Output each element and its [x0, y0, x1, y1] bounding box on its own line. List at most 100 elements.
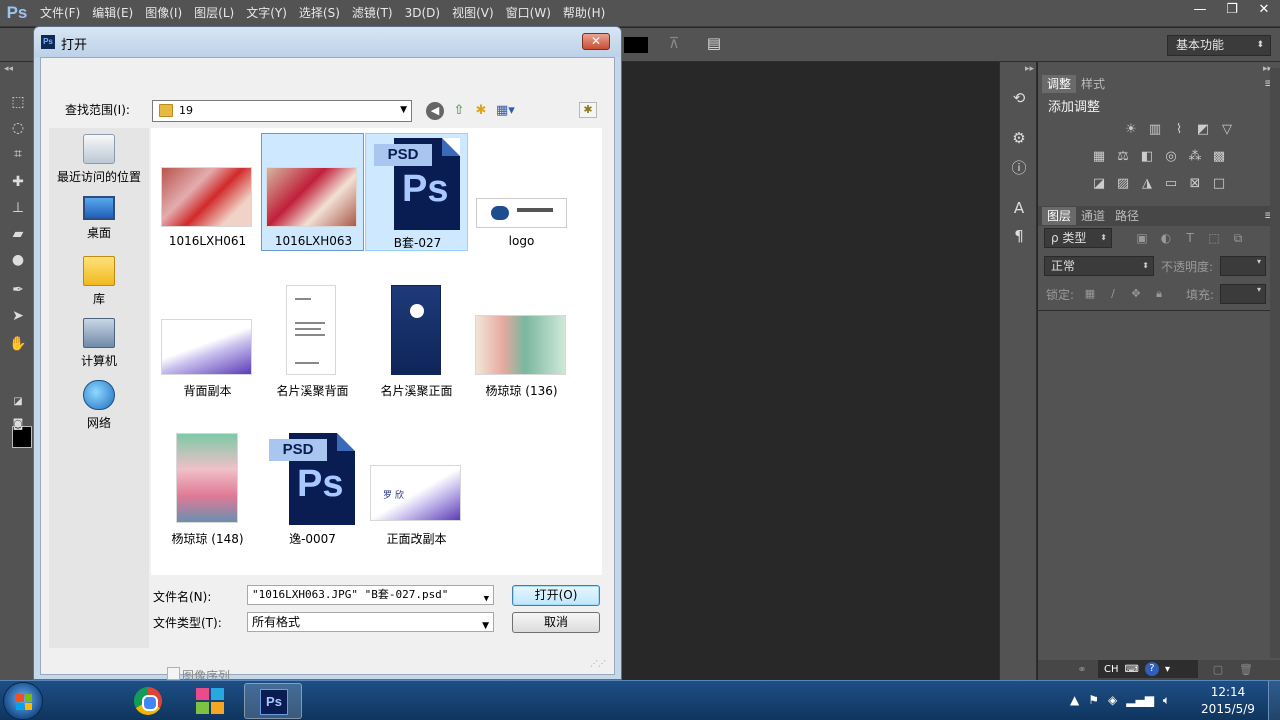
color-lookup-icon[interactable]: ▩ [1211, 149, 1227, 165]
opacity-input[interactable]: ▾ [1220, 256, 1266, 276]
minimize-icon[interactable]: — [1184, 0, 1216, 20]
character-icon[interactable]: A [1009, 198, 1029, 218]
file-item-selected[interactable]: 1016LXH063 [261, 133, 364, 251]
tab-channels[interactable]: 通道 [1076, 207, 1110, 225]
show-hidden-icons-icon[interactable]: ▲ [1070, 693, 1079, 708]
new-layer-icon[interactable]: ▢ [1210, 662, 1226, 678]
collapse-icon[interactable]: ▸▸ [1025, 64, 1034, 74]
place-network[interactable]: 网络 [49, 380, 149, 431]
pen-tool-icon[interactable]: ✒ [8, 280, 28, 300]
character-panel-icon[interactable]: ▤ [704, 34, 724, 54]
file-item[interactable]: 背面副本 [156, 281, 259, 399]
start-button[interactable] [3, 682, 43, 720]
menu-view[interactable]: 视图(V) [446, 0, 500, 27]
place-libraries[interactable]: 库 [49, 256, 149, 307]
properties-icon[interactable]: ⚙ [1009, 128, 1029, 148]
history-icon[interactable]: ⟲ [1009, 88, 1029, 108]
fill-input[interactable]: ▾ [1220, 284, 1266, 304]
warp-text-icon[interactable]: ⊼ [664, 34, 684, 54]
stamp-tool-icon[interactable]: ⊥ [8, 198, 28, 218]
menu-file[interactable]: 文件(F) [34, 0, 86, 27]
back-arrow-icon[interactable]: ◀ [426, 102, 444, 120]
menu-layer[interactable]: 图层(L) [188, 0, 240, 27]
restore-icon[interactable]: ❐ [1216, 0, 1248, 20]
link-layers-icon[interactable]: ⚭ [1074, 662, 1090, 678]
layer-kind-filter[interactable]: ρ 类型 ⬍ [1044, 228, 1112, 248]
adjustment-filter-icon[interactable]: ◐ [1158, 230, 1174, 246]
blur-tool-icon[interactable]: ● [8, 250, 28, 270]
menu-edit[interactable]: 编辑(E) [86, 0, 139, 27]
dialog-titlebar[interactable]: Ps 打开 ✕ [34, 27, 621, 57]
show-desktop-button[interactable] [1268, 681, 1280, 720]
place-computer[interactable]: 计算机 [49, 318, 149, 369]
posterize-icon[interactable]: ▨ [1115, 176, 1131, 192]
image-sequence-checkbox[interactable] [167, 667, 180, 680]
close-button[interactable]: ✕ [582, 33, 610, 50]
lock-all-icon[interactable]: 🔒︎ [1151, 286, 1167, 302]
file-type-select[interactable]: 所有格式 ▼ [247, 612, 494, 632]
chevron-down-icon[interactable]: ▾ [1165, 664, 1170, 675]
new-folder-icon[interactable]: ✱ [472, 102, 490, 120]
place-desktop[interactable]: 桌面 [49, 196, 149, 241]
black-white-icon[interactable]: ◧ [1139, 149, 1155, 165]
taskbar-app[interactable] [181, 683, 239, 719]
keyboard-icon[interactable]: ⌨ [1125, 664, 1139, 675]
up-folder-icon[interactable]: ⇧ [450, 102, 468, 120]
lock-move-icon[interactable]: ✥ [1128, 286, 1144, 302]
file-item[interactable]: 名片溪聚正面 [365, 281, 468, 399]
menu-image[interactable]: 图像(I) [139, 0, 188, 27]
file-name-input[interactable]: "1016LXH063.JPG" "B套-027.psd" ▼ [247, 585, 494, 605]
help-icon[interactable]: ? [1144, 662, 1159, 676]
file-item[interactable]: Ps PSD 逸-0007 [261, 429, 364, 547]
tab-paths[interactable]: 路径 [1110, 207, 1144, 225]
quick-mask-icon[interactable]: ◙ [8, 414, 28, 434]
tab-layers[interactable]: 图层 [1042, 207, 1077, 225]
panel-scrollbar[interactable] [1270, 68, 1280, 658]
view-menu-icon[interactable]: ▦▾ [496, 102, 515, 120]
file-item[interactable]: 杨琼琼 (148) [156, 429, 259, 547]
tab-adjustments[interactable]: 调整 [1042, 75, 1077, 93]
eraser-tool-icon[interactable]: ▰ [8, 224, 28, 244]
gradient-map-icon[interactable]: ▭ [1163, 176, 1179, 192]
ime-language[interactable]: CH [1104, 664, 1119, 675]
path-selection-icon[interactable]: ➤ [8, 306, 28, 326]
pixel-filter-icon[interactable]: ▣ [1134, 230, 1150, 246]
security-icon[interactable]: ◈ [1108, 693, 1117, 708]
paragraph-icon[interactable]: ¶ [1009, 226, 1029, 246]
levels-icon[interactable]: ▥ [1147, 122, 1163, 138]
marquee-tool-icon[interactable]: ⬚ [8, 92, 28, 112]
file-item[interactable]: 罗 欣 正面改副本 [365, 429, 468, 547]
close-window-icon[interactable]: ✕ [1248, 0, 1280, 20]
threshold-icon[interactable]: ◮ [1139, 176, 1155, 192]
lasso-tool-icon[interactable]: ◌ [8, 118, 28, 138]
curves-icon[interactable]: ⌇ [1171, 122, 1187, 138]
network-signal-icon[interactable]: ▂▄▆ [1126, 693, 1154, 708]
hue-saturation-icon[interactable]: ▦ [1091, 149, 1107, 165]
info-icon[interactable]: ⓘ [1009, 158, 1029, 178]
menu-3d[interactable]: 3D(D) [399, 0, 446, 27]
hand-tool-icon[interactable]: ✋ [8, 334, 28, 354]
file-item[interactable]: 1016LXH061 [156, 133, 259, 251]
file-item[interactable]: 杨琼琼 (136) [470, 281, 573, 399]
crop-tool-icon[interactable]: ⌗ [8, 144, 28, 164]
resize-grip-icon[interactable]: ⋰⋰ [590, 659, 606, 668]
exposure-icon[interactable]: ◩ [1195, 122, 1211, 138]
file-item[interactable]: logo [470, 133, 573, 251]
selective-color-icon[interactable]: ⊠ [1187, 176, 1203, 192]
menu-type[interactable]: 文字(Y) [240, 0, 293, 27]
tab-styles[interactable]: 样式 [1076, 75, 1110, 93]
place-recent[interactable]: 最近访问的位置 [49, 134, 149, 185]
healing-tool-icon[interactable]: ✚ [8, 172, 28, 192]
taskbar-photoshop[interactable]: Ps [244, 683, 302, 719]
shape-filter-icon[interactable]: ⬚ [1206, 230, 1222, 246]
trash-icon[interactable]: 🗑︎ [1238, 662, 1254, 678]
smart-object-filter-icon[interactable]: ⧉ [1230, 230, 1246, 246]
cancel-button[interactable]: 取消 [512, 612, 600, 633]
look-in-select[interactable]: 19 ▼ [152, 100, 412, 122]
blend-mode-select[interactable]: 正常 ⬍ [1044, 256, 1154, 276]
clock-date[interactable]: 2015/5/9 [1200, 702, 1256, 716]
open-button[interactable]: 打开(O) [512, 585, 600, 606]
volume-icon[interactable]: 🔈︎ [1163, 693, 1170, 708]
lock-brush-icon[interactable]: ∕ [1105, 286, 1121, 302]
taskbar-chrome[interactable] [120, 683, 178, 719]
